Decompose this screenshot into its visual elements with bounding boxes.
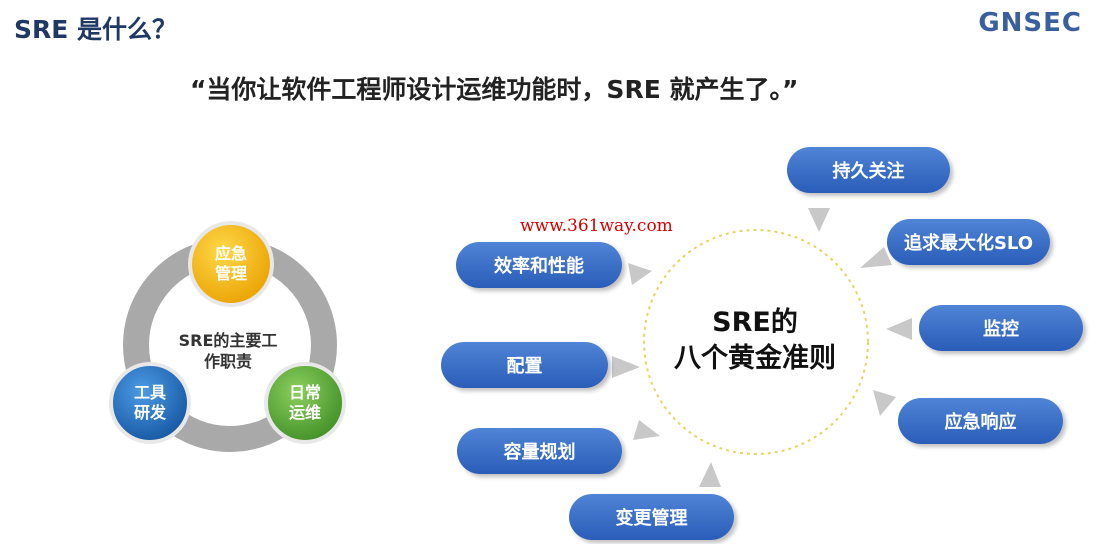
principles-center-label: SRE的 八个黄金准则 bbox=[674, 307, 836, 374]
duty-label-tools: 工具 研发 bbox=[133, 383, 166, 422]
duty-label-emergency: 应急 管理 bbox=[214, 244, 247, 283]
duty-label-operations: 日常 运维 bbox=[288, 383, 321, 422]
arrow-icon bbox=[699, 462, 721, 487]
principle-configuration: 配置 bbox=[441, 342, 608, 388]
arrow-icon bbox=[808, 208, 830, 232]
principle-change-management: 变更管理 bbox=[569, 494, 734, 540]
duties-center-label: SRE的主要工 作职责 bbox=[178, 331, 278, 371]
principle-persistent-focus: 持久关注 bbox=[787, 147, 950, 193]
principle-monitoring: 监控 bbox=[919, 305, 1083, 351]
principle-efficiency-performance: 效率和性能 bbox=[456, 242, 622, 288]
arrow-icon bbox=[612, 356, 640, 378]
arrow-icon bbox=[628, 263, 652, 285]
principle-capacity-planning: 容量规划 bbox=[457, 428, 622, 474]
watermark: www.361way.com bbox=[520, 216, 673, 236]
principle-emergency-response: 应急响应 bbox=[898, 398, 1063, 444]
arrow-icon bbox=[886, 318, 912, 340]
arrow-icon bbox=[860, 247, 892, 268]
principle-max-slo: 追求最大化SLO bbox=[887, 219, 1050, 265]
arrow-icon bbox=[873, 390, 896, 416]
arrow-icon bbox=[633, 420, 660, 440]
